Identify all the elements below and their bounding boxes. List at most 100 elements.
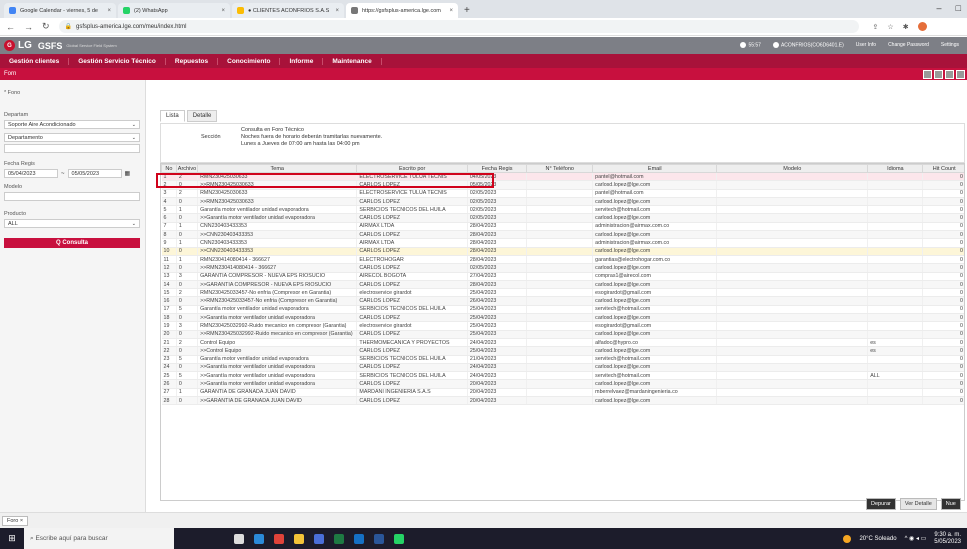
table-row[interactable]: 26 0 >>Garantía motor ventilador unidad e…: [161, 379, 964, 389]
tab-lista[interactable]: Lista: [160, 110, 185, 122]
profile-avatar[interactable]: [917, 22, 927, 31]
table-row[interactable]: 25 5 >>Garantía motor ventilador unidad e…: [161, 371, 964, 381]
departamento-select[interactable]: Soporte Aire Acondicionado ⌄: [4, 120, 140, 129]
table-row[interactable]: 60 >>Garantía motor ventilador unidad ev…: [161, 213, 964, 223]
star-icon[interactable]: ☆: [887, 23, 893, 31]
table-cell: [526, 213, 594, 223]
date-to-input[interactable]: 05/05/2023: [67, 169, 122, 178]
table-cell: 0: [922, 213, 964, 223]
taskbar-search[interactable]: ⌕ Escribe aquí para buscar: [24, 528, 174, 549]
table-row[interactable]: 16 0 >>RMN230425033457-No enfria (Compres…: [161, 296, 964, 306]
print-icon[interactable]: [934, 69, 943, 79]
departamento2-select[interactable]: Departamento ⌄: [4, 133, 140, 142]
table-row[interactable]: 27 1 GARANTIA DE GRANADA JUAN DAVID MARDANI…: [161, 388, 964, 398]
column-header[interactable]: Archivo: [175, 164, 199, 173]
minimize-icon[interactable]: –: [937, 3, 942, 13]
browser-tab-gsfs[interactable]: https://gsfsplus-america.lge.com ×: [346, 3, 458, 18]
column-header[interactable]: Tema: [197, 164, 358, 173]
table-row[interactable]: 80 >>CNN230403433353 CARLOS LOPEZ 28/04/20…: [161, 230, 964, 240]
table-row[interactable]: 28 0 >>GARANTIA DE GRANADA JUAN DAVID CARL…: [161, 396, 964, 406]
table-row[interactable]: 18 0 >>Garantía motor ventilador unidad e…: [161, 313, 964, 323]
nuevo-button[interactable]: Nue: [940, 498, 961, 510]
table-cell: 0: [922, 321, 964, 331]
help-icon[interactable]: [956, 69, 965, 79]
menu-informe[interactable]: Informe: [280, 57, 324, 65]
table-row[interactable]: 12 0 >>RMN230414080414 - 366627 CARLOS LOP…: [161, 263, 964, 273]
settings-link[interactable]: Settings: [941, 42, 959, 48]
modelo-input[interactable]: [4, 192, 140, 201]
table-row[interactable]: 17 5 Garantía motor ventilador unidad evap…: [161, 305, 964, 315]
new-tab-button[interactable]: +: [464, 5, 470, 16]
explorer-icon[interactable]: [294, 533, 304, 544]
browser-tab-calendar[interactable]: Google Calendar - viernes, 5 de ×: [4, 3, 116, 18]
whatsapp-icon[interactable]: [394, 533, 404, 544]
refresh-icon[interactable]: [945, 69, 954, 79]
close-icon[interactable]: ×: [221, 8, 225, 14]
table-row[interactable]: 15 2 RMN230425033457-No enfria (Compresor …: [161, 288, 964, 298]
chrome-icon[interactable]: [274, 533, 284, 544]
consulta-button[interactable]: Q Consulta: [4, 238, 140, 248]
close-icon[interactable]: ×: [449, 8, 453, 14]
reload-icon[interactable]: ↻: [42, 21, 50, 32]
ver-detalle-button[interactable]: Ver Detalle: [899, 498, 937, 510]
table-row[interactable]: 11 1 RMN230414080414 - 366627 ELECTROHOGAR 2…: [161, 255, 964, 265]
menu-repuestos[interactable]: Repuestos: [166, 57, 219, 65]
excel-icon[interactable]: [923, 69, 932, 79]
maximize-icon[interactable]: □: [956, 3, 961, 13]
sub-select[interactable]: [4, 144, 140, 153]
task-view-icon[interactable]: [234, 533, 244, 544]
excel-icon[interactable]: [334, 533, 344, 544]
producto-select[interactable]: ALL ⌄: [4, 219, 140, 228]
edge-icon[interactable]: [254, 533, 264, 544]
extensions-icon[interactable]: ✱: [903, 23, 909, 31]
table-cell: CARLOS LOPEZ: [356, 330, 468, 339]
forward-icon[interactable]: →: [24, 22, 33, 32]
menu-gestion-servicio[interactable]: Gestión Servicio Técnico: [69, 57, 166, 65]
table-row[interactable]: 40 >>RMN230425030633 CARLOS LOPEZ 02/05/20…: [161, 197, 964, 207]
table-row[interactable]: 19 3 RMN230425032992-Ruido mecanico en com…: [161, 321, 964, 331]
close-icon[interactable]: ×: [335, 8, 339, 14]
calendar-icon[interactable]: ▦: [125, 170, 131, 177]
column-header[interactable]: Hit Count: [922, 164, 964, 173]
tab-detalle[interactable]: Detalle: [186, 110, 218, 122]
table-row[interactable]: 7 1 CNN230403433353 AIRMAX LTDA 28/04/2023 ad…: [161, 222, 964, 232]
table-row[interactable]: 13 3 GARANTIA COMPRESOR - NUEVA EPS RIOSUC…: [161, 272, 964, 281]
tab-foro[interactable]: Foro ×: [2, 516, 29, 526]
table-row[interactable]: 23 5 Garantía motor ventilador unidad evap…: [161, 355, 964, 364]
url-input[interactable]: 🔒 gsfsplus-america.lge.com/meu/index.html: [58, 20, 859, 33]
tray-icons[interactable]: ^ ◉ ◂ ▭: [905, 535, 927, 542]
column-header[interactable]: Idioma: [867, 164, 924, 173]
store-icon[interactable]: [314, 533, 324, 544]
table-row[interactable]: 9 1 CNN230403433353 AIRMAX LTDA 28/04/2023 ad…: [161, 238, 964, 248]
menu-maintenance[interactable]: Maintenance: [323, 57, 382, 65]
back-icon[interactable]: ←: [6, 22, 15, 32]
browser-tab-whatsapp[interactable]: (2) WhatsApp ×: [118, 3, 230, 18]
column-header[interactable]: Fecha Regis: [466, 164, 528, 173]
table-row[interactable]: 14 0 >>GARANTIA COMPRESOR - NUEVA EPS RIO…: [161, 280, 964, 290]
depurar-button[interactable]: Depurar: [866, 498, 896, 510]
date-from-input[interactable]: 05/04/2023: [4, 169, 58, 178]
word-icon[interactable]: [374, 533, 384, 544]
column-header[interactable]: Email: [592, 164, 718, 173]
table-row[interactable]: 24 0 >>Garantía motor ventilador unidad e…: [161, 363, 964, 373]
table-row[interactable]: 3 2 RMN230425030633 ELECTROSERVICE TULUA TE…: [161, 189, 964, 198]
share-icon[interactable]: ⇪: [873, 23, 879, 31]
outlook-icon[interactable]: [354, 533, 364, 544]
column-header[interactable]: Modelo: [716, 164, 869, 173]
table-row[interactable]: 20 0 >>RMN230425032992-Ruido mecanico en …: [161, 330, 964, 339]
user-info-link[interactable]: User Info: [856, 42, 876, 48]
table-row[interactable]: 21 2 Control Equipo THERMOMECANICA Y PROYEC…: [161, 338, 964, 348]
change-password-link[interactable]: Change Password: [888, 42, 929, 48]
table-row[interactable]: 5 1 Garantía motor ventilador unidad evapo…: [161, 205, 964, 215]
column-header[interactable]: No: [161, 164, 177, 173]
menu-gestion-clientes[interactable]: Gestión clientes: [0, 57, 70, 65]
menu-conocimiento[interactable]: Conocimiento: [218, 57, 281, 65]
close-icon[interactable]: ×: [107, 8, 111, 14]
table-cell: 0: [922, 346, 964, 356]
windows-start-icon[interactable]: ⊞: [0, 528, 24, 549]
column-header[interactable]: N° Teléfono: [526, 164, 594, 173]
browser-tab-clientes[interactable]: ● CLIENTES ACONFRIOS S.A.S ×: [232, 3, 344, 18]
column-header[interactable]: Escrito por: [356, 164, 468, 173]
table-row[interactable]: 22 0 >>Control Equipo CARLOS LOPEZ 25/04/20…: [161, 346, 964, 356]
table-row[interactable]: 10 0 >>CNN230403433353 CARLOS LOPEZ 28/04/2…: [161, 247, 964, 256]
